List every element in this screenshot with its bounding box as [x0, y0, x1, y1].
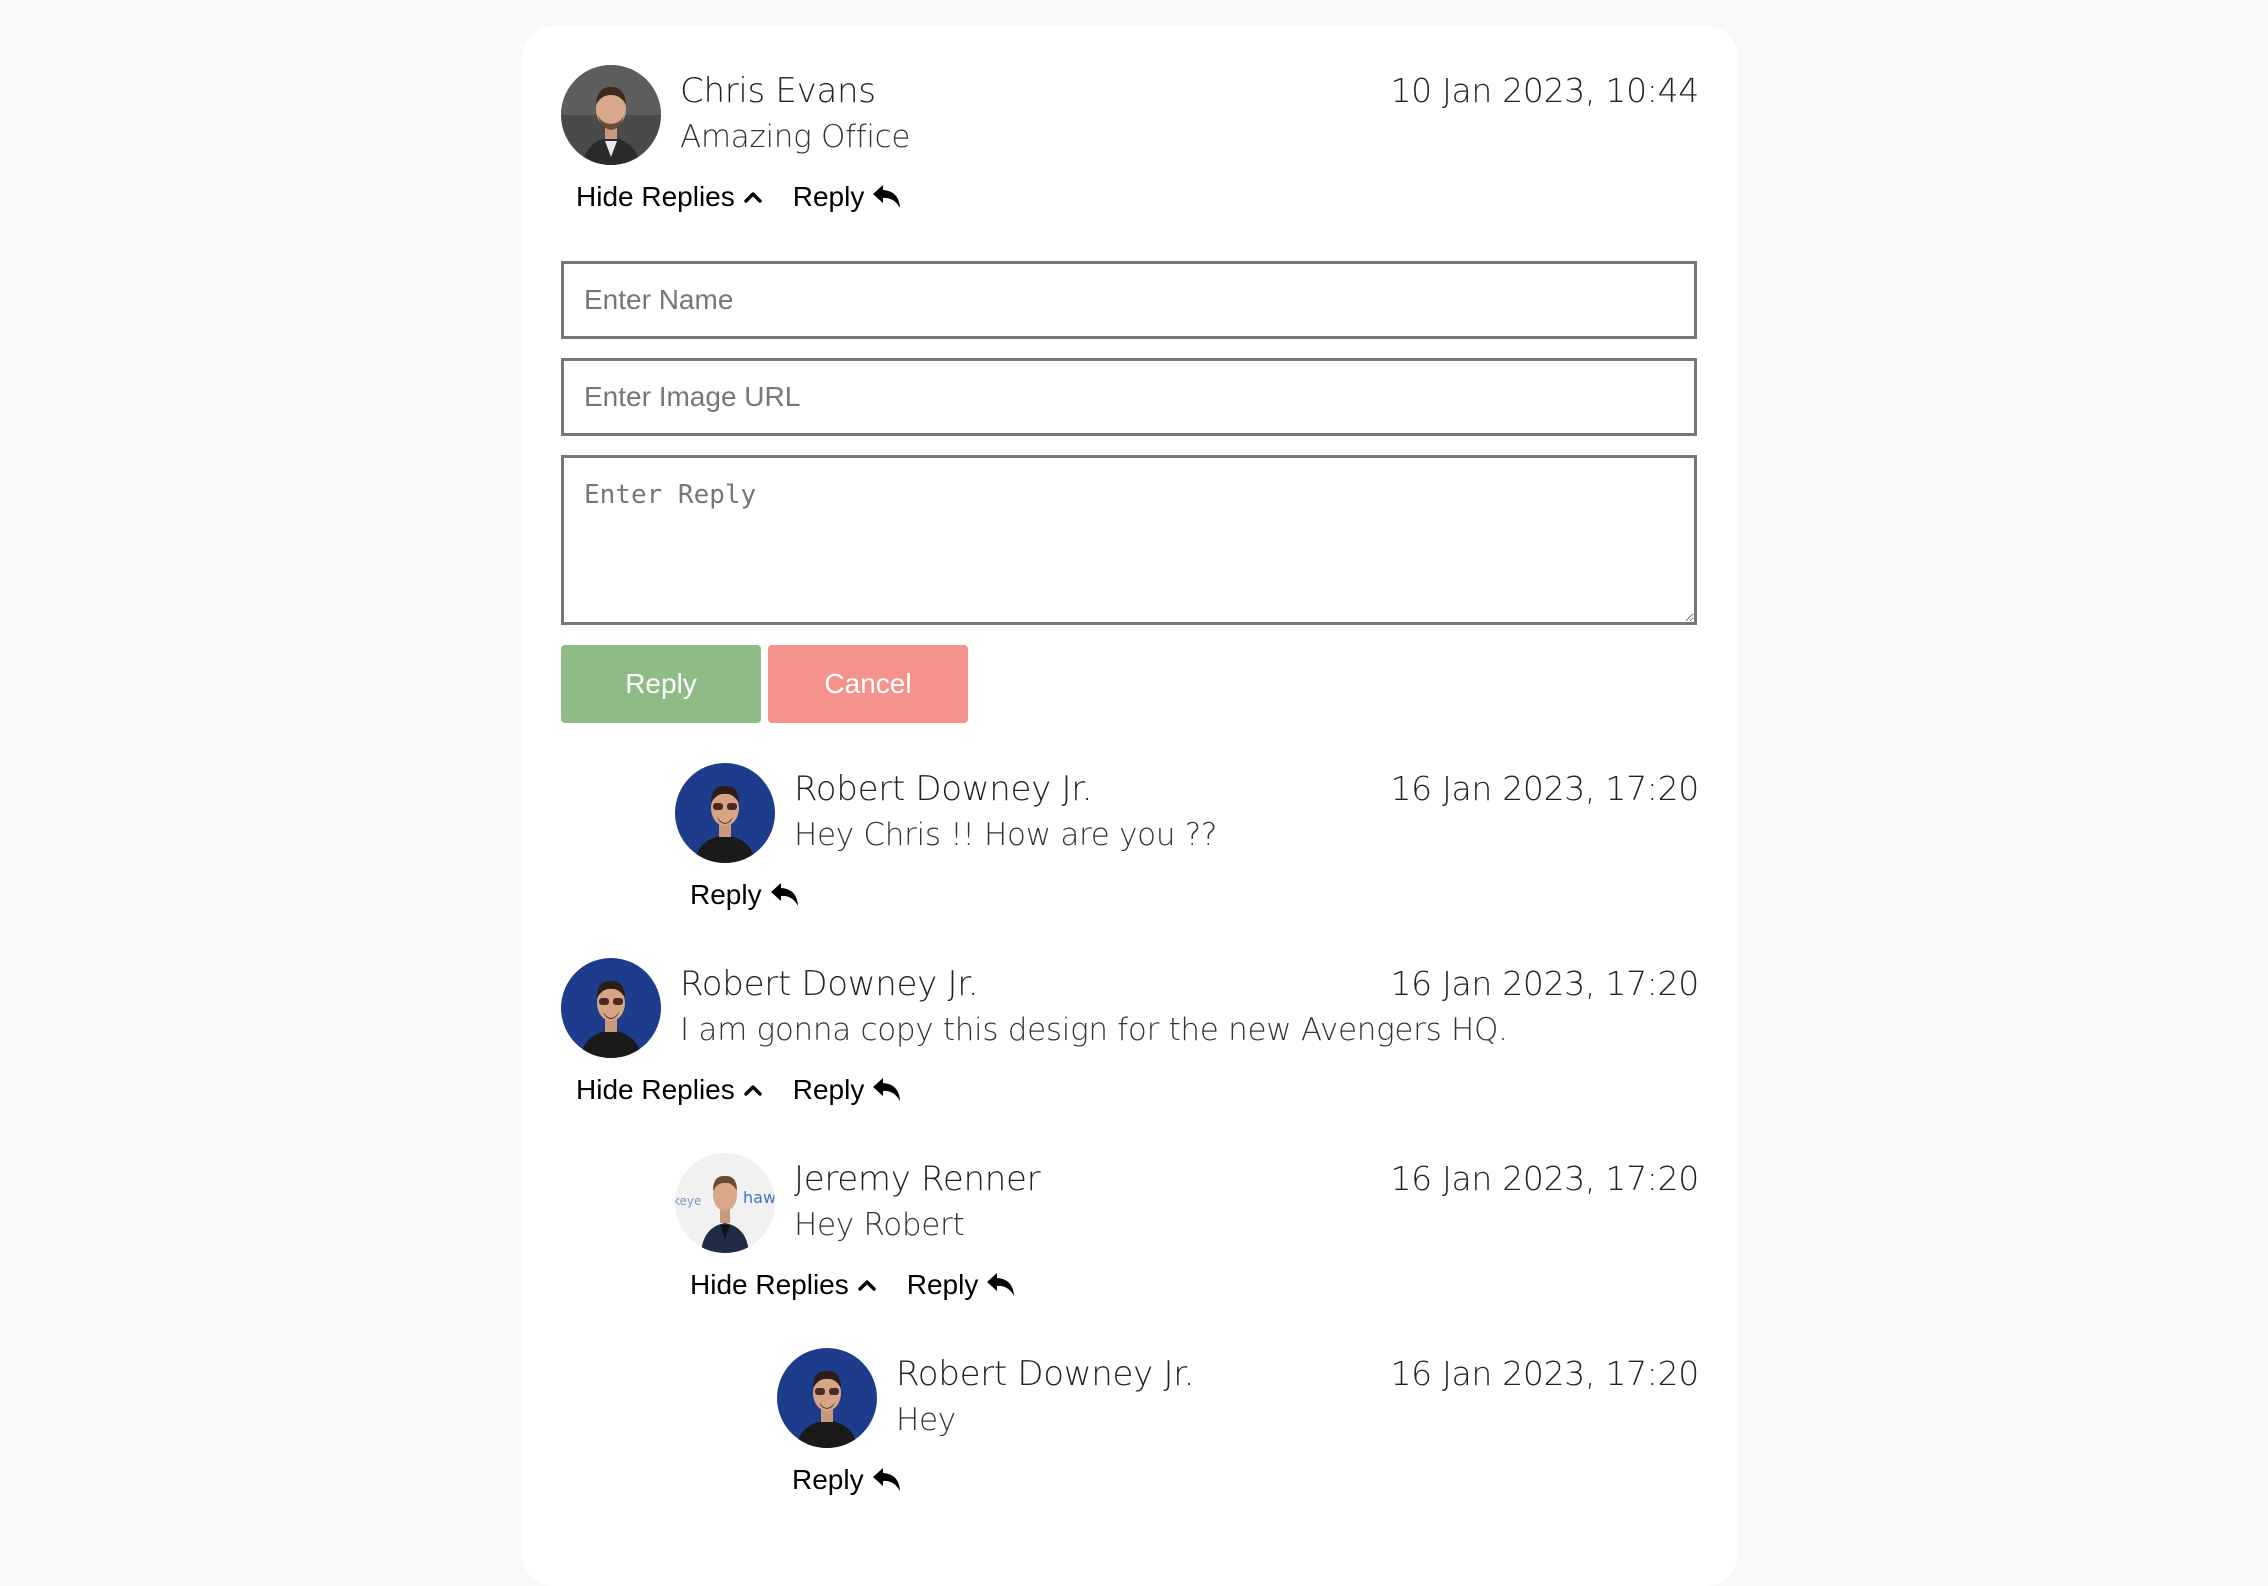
reply-arrow-icon [770, 883, 798, 906]
hide-replies-label: Hide Replies [576, 1074, 735, 1105]
comment-text: Amazing Office [680, 119, 911, 155]
chevron-up-icon [858, 1280, 876, 1291]
comment-actions: Hide Replies Reply [690, 1265, 1016, 1305]
reply-button[interactable]: Reply [907, 1269, 1017, 1301]
comment-text: Hey Robert [794, 1207, 965, 1243]
avatar-backdrop-text-left: keye [675, 1194, 701, 1208]
comment-text: Hey [896, 1402, 956, 1438]
avatar-photo-icon: hawk keye [675, 1153, 775, 1253]
reply-label: Reply [690, 879, 762, 910]
reply-button[interactable]: Reply [792, 1464, 902, 1496]
comment-chris-evans: Chris Evans Amazing Office 10 Jan 2023, … [561, 65, 1699, 235]
reply-form: Reply Cancel [561, 261, 1699, 723]
reply-button[interactable]: Reply [793, 181, 903, 213]
reply-label: Reply [792, 181, 865, 212]
comment-actions: Reply [792, 1460, 902, 1500]
comment-actions: Reply [690, 875, 800, 915]
reply-button[interactable]: Reply [690, 879, 800, 911]
comment-date: 16 Jan 2023, 17:20 [1390, 1354, 1699, 1393]
comment-date: 16 Jan 2023, 17:20 [1390, 1159, 1699, 1198]
cancel-button[interactable]: Cancel [768, 645, 968, 723]
name-input[interactable] [561, 261, 1697, 339]
comment-author: Robert Downey Jr. [794, 769, 1093, 809]
avatar-photo-icon [561, 65, 661, 165]
avatar [777, 1348, 877, 1448]
comment-actions: Hide Replies Reply [576, 177, 902, 217]
reply-arrow-icon [987, 1273, 1015, 1296]
hide-replies-button[interactable]: Hide Replies [576, 181, 763, 213]
reply-label: Reply [792, 1464, 864, 1495]
comment-date: 16 Jan 2023, 17:20 [1390, 769, 1699, 808]
reply-button[interactable]: Reply [793, 1074, 903, 1106]
comment-date: 16 Jan 2023, 17:20 [1390, 964, 1699, 1003]
comment-text: Hey Chris !! How are you ?? [794, 817, 1218, 853]
avatar [675, 763, 775, 863]
comment-jeremy-renner: hawk keye Jeremy Renner Hey Robert 16 Ja… [675, 1153, 1699, 1323]
comment-robert-downey-deep-reply: Robert Downey Jr. Hey 16 Jan 2023, 17:20… [777, 1348, 1699, 1518]
submit-reply-button[interactable]: Reply [561, 645, 761, 723]
comment-author: Robert Downey Jr. [896, 1354, 1195, 1394]
avatar-photo-icon [777, 1348, 877, 1448]
reply-label: Reply [792, 1074, 865, 1105]
reply-textarea[interactable] [561, 455, 1697, 625]
comment-author: Robert Downey Jr. [680, 964, 979, 1004]
avatar: hawk keye [675, 1153, 775, 1253]
comments-card: Chris Evans Amazing Office 10 Jan 2023, … [522, 26, 1738, 1586]
comment-date: 10 Jan 2023, 10:44 [1390, 71, 1699, 110]
comment-robert-downey-reply: Robert Downey Jr. Hey Chris !! How are y… [675, 763, 1699, 933]
comment-text: I am gonna copy this design for the new … [680, 1012, 1508, 1048]
reply-arrow-icon [872, 1468, 900, 1491]
hide-replies-button[interactable]: Hide Replies [690, 1269, 877, 1301]
avatar-backdrop-text: hawk [743, 1188, 775, 1207]
image-url-input[interactable] [561, 358, 1697, 436]
comment-robert-downey: Robert Downey Jr. I am gonna copy this d… [561, 958, 1699, 1128]
avatar-photo-icon [561, 958, 661, 1058]
hide-replies-label: Hide Replies [576, 181, 735, 212]
avatar [561, 958, 661, 1058]
chevron-up-icon [744, 192, 762, 203]
comment-author: Jeremy Renner [794, 1159, 1041, 1199]
avatar-photo-icon [675, 763, 775, 863]
comment-author: Chris Evans [680, 71, 876, 111]
hide-replies-label: Hide Replies [690, 1269, 849, 1300]
hide-replies-button[interactable]: Hide Replies [576, 1074, 763, 1106]
form-buttons: Reply Cancel [561, 645, 1699, 723]
comment-actions: Hide Replies Reply [576, 1070, 902, 1110]
avatar [561, 65, 661, 165]
reply-arrow-icon [873, 185, 901, 208]
reply-label: Reply [906, 1269, 979, 1300]
reply-arrow-icon [873, 1078, 901, 1101]
chevron-up-icon [744, 1085, 762, 1096]
